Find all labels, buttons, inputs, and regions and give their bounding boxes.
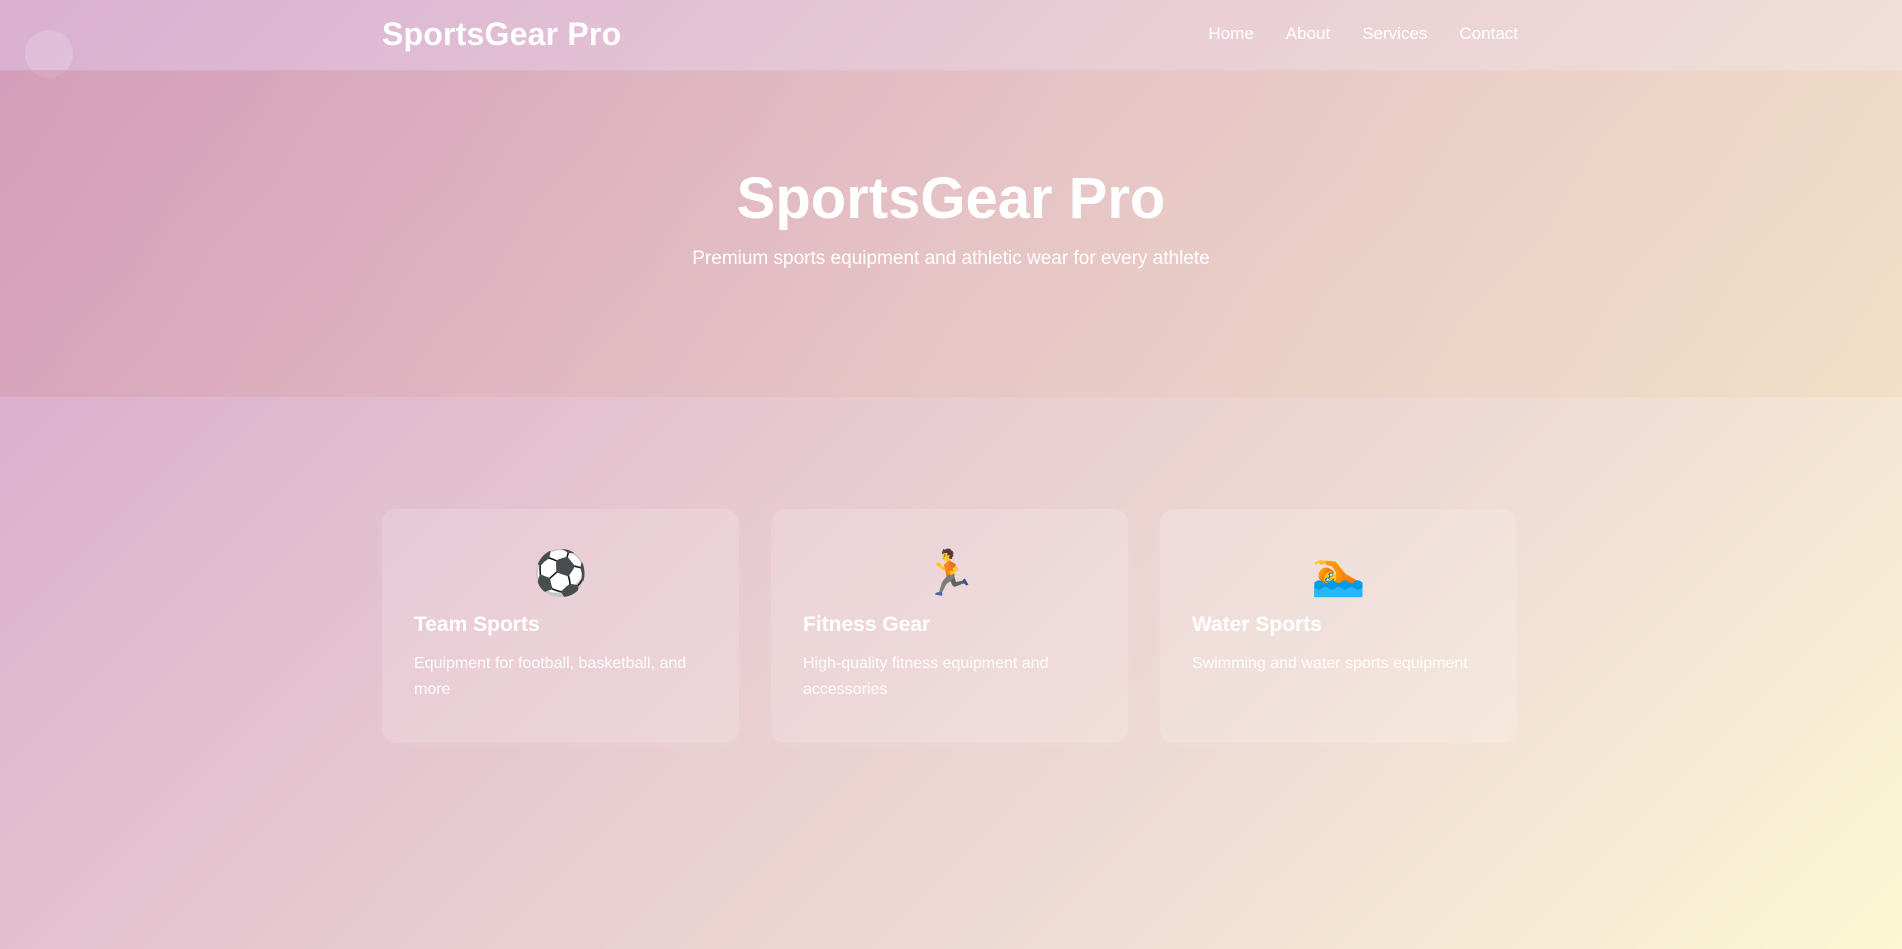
nav-link-about[interactable]: About <box>1286 22 1330 46</box>
nav-link-home[interactable]: Home <box>1208 22 1253 46</box>
card-team-sports[interactable]: ⚽ Team Sports Equipment for football, ba… <box>382 509 739 743</box>
nav-link-services[interactable]: Services <box>1362 22 1427 46</box>
card-title: Water Sports <box>1192 613 1322 636</box>
nav-link-contact[interactable]: Contact <box>1459 22 1518 46</box>
card-description: High-quality fitness equipment and acces… <box>803 655 1049 698</box>
card-title: Fitness Gear <box>803 613 931 636</box>
card-description: Equipment for football, basketball, and … <box>414 655 687 698</box>
card-fitness-gear[interactable]: 🏃 Fitness Gear High-quality fitness equi… <box>771 509 1128 743</box>
card-water-sports[interactable]: 🏊 Water Sports Swimming and water sports… <box>1160 509 1517 743</box>
services-cards: ⚽ Team Sports Equipment for football, ba… <box>382 509 1518 743</box>
running-person-icon: 🏃 <box>922 549 977 598</box>
card-title: Team Sports <box>414 613 540 636</box>
main-nav: Home About Services Contact <box>1208 22 1518 46</box>
top-navbar: SportsGear Pro Home About Services Conta… <box>0 0 1902 70</box>
hero-subtitle: Premium sports equipment and athletic we… <box>692 248 1210 269</box>
hero-title: SportsGear Pro <box>736 166 1166 231</box>
brand-logo[interactable]: SportsGear Pro <box>382 14 621 54</box>
hero-section: SportsGear Pro Premium sports equipment … <box>0 70 1902 397</box>
card-description: Swimming and water sports equipment <box>1192 655 1468 672</box>
soccer-ball-icon: ⚽ <box>533 549 588 598</box>
swimmer-icon: 🏊 <box>1311 549 1366 598</box>
